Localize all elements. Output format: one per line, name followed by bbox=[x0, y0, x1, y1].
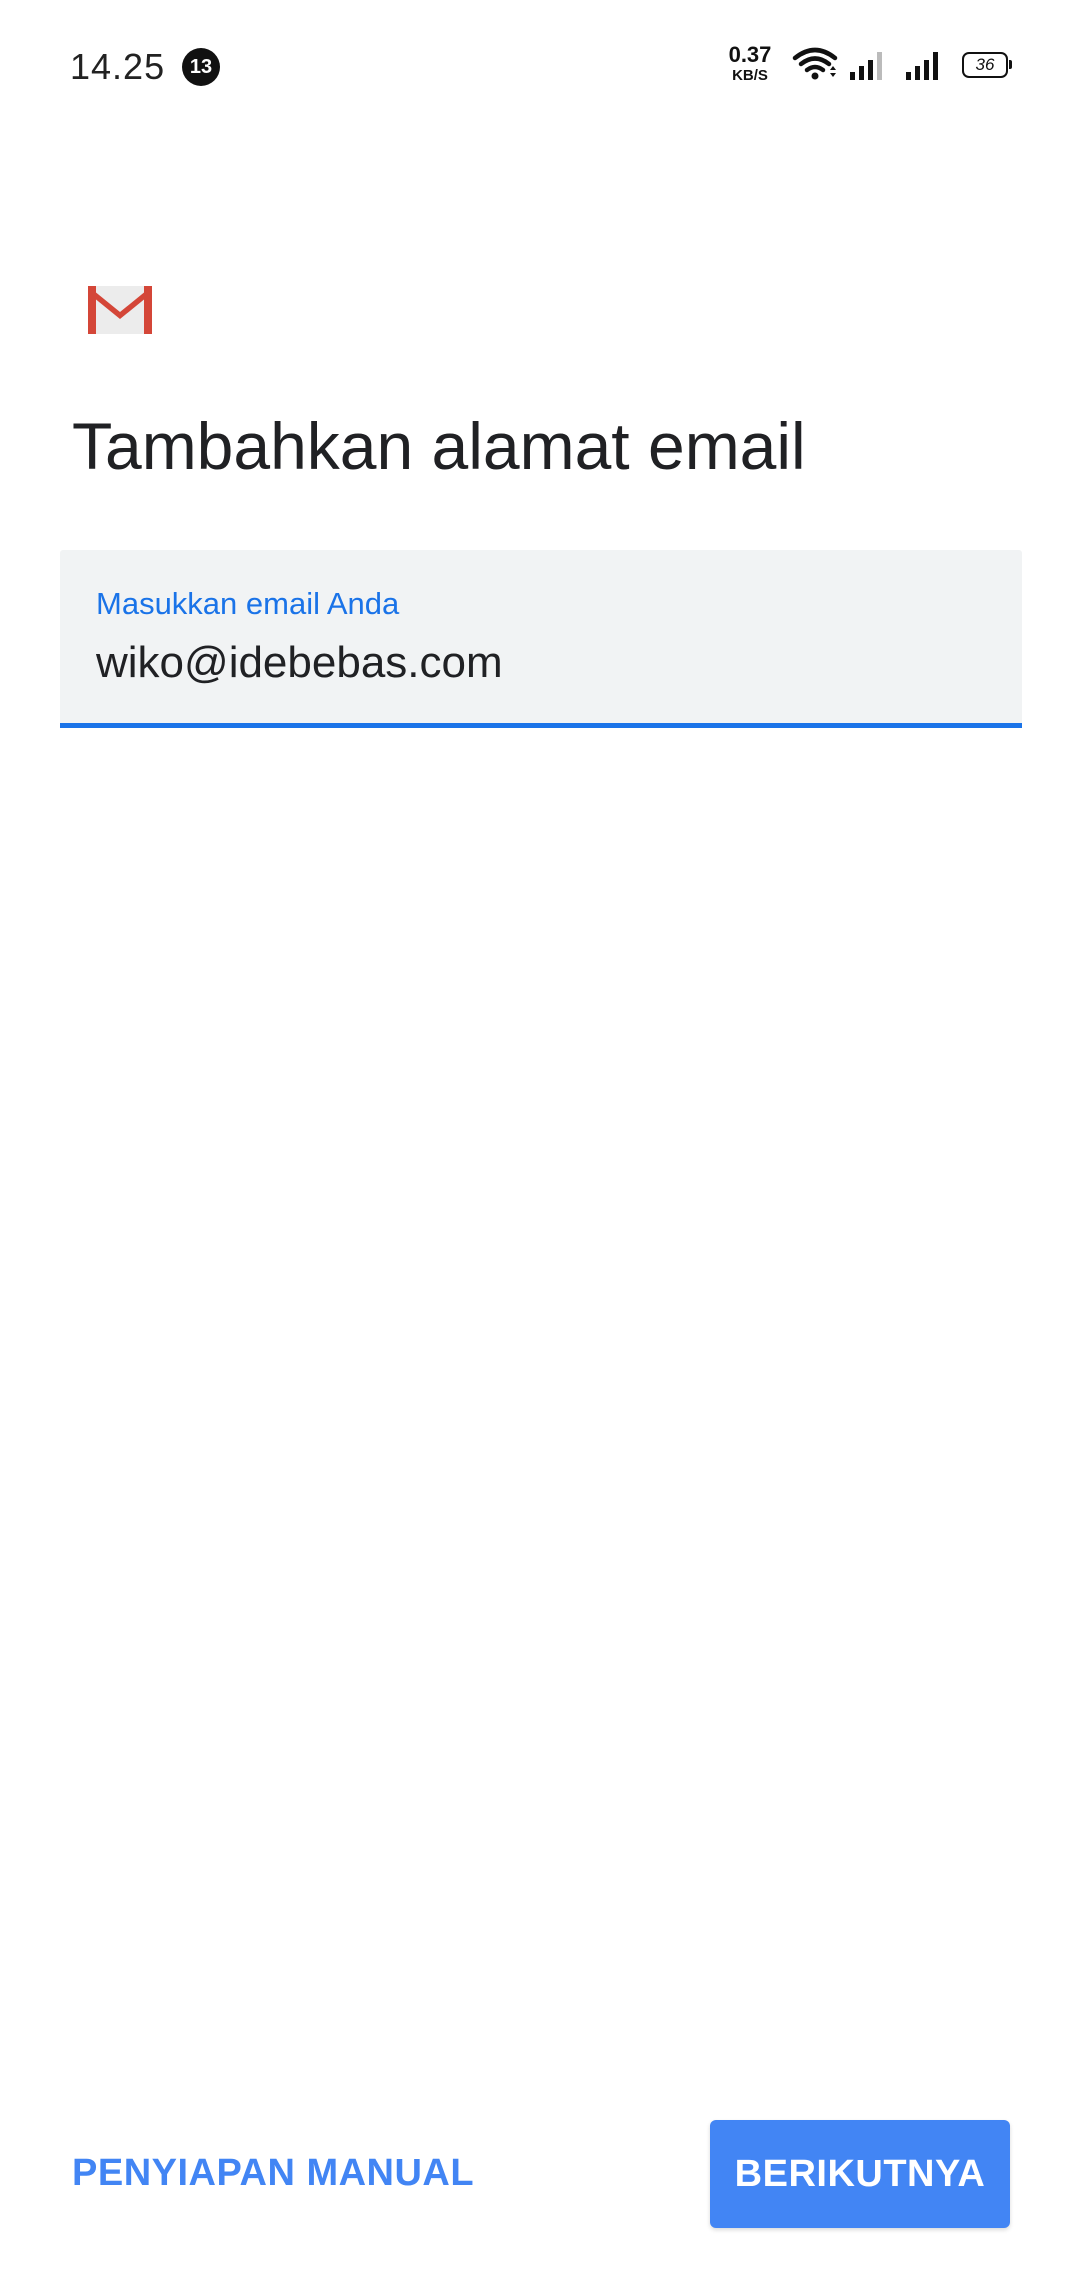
network-speed-unit: KB/S bbox=[732, 67, 768, 84]
screen: 14.25 13 0.37 KB/S 36 Tambahkan alamat e… bbox=[0, 0, 1080, 2280]
network-speed: 0.37 KB/S bbox=[722, 42, 778, 84]
manual-setup-button[interactable]: PENYIAPAN MANUAL bbox=[72, 2152, 474, 2195]
email-field-label: Masukkan email Anda bbox=[96, 586, 400, 621]
next-button[interactable]: BERIKUTNYA bbox=[710, 2120, 1010, 2228]
status-bar: 14.25 13 0.37 KB/S 36 bbox=[0, 0, 1080, 130]
battery-icon: 36 bbox=[962, 52, 1012, 78]
status-time: 14.25 bbox=[70, 46, 166, 87]
signal-icon bbox=[906, 52, 938, 80]
network-speed-value: 0.37 bbox=[728, 42, 772, 67]
notification-badge: 13 bbox=[182, 48, 220, 86]
email-input[interactable] bbox=[96, 638, 976, 688]
gmail-logo bbox=[88, 286, 152, 334]
signal-icon bbox=[850, 52, 882, 80]
page-title: Tambahkan alamat email bbox=[72, 409, 806, 483]
wifi-icon bbox=[792, 47, 838, 80]
email-field[interactable]: Masukkan email Anda bbox=[60, 550, 1022, 728]
